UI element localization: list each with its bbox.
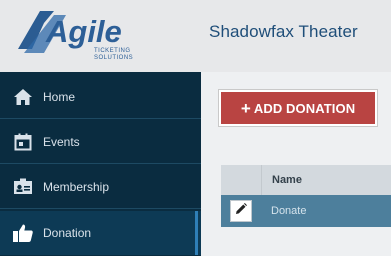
logo-tagline-ticketing: TICKETING [94, 48, 131, 54]
row-actions-cell [221, 195, 261, 227]
sidebar-item-membership[interactable]: Membership [0, 165, 201, 209]
agile-logo-graphic: Agile TICKETING SOLUTIONS [18, 11, 133, 61]
top-header: Agile TICKETING SOLUTIONS Shadowfax Thea… [0, 0, 391, 72]
sidebar-item-label: Membership [43, 179, 110, 194]
sidebar-item-home[interactable]: Home [0, 75, 201, 119]
sidebar-item-label: Home [43, 89, 76, 104]
sidebar-item-donation[interactable]: Donation [0, 211, 201, 255]
membership-card-icon [12, 176, 34, 198]
actions-column-header [221, 165, 262, 195]
sidebar-item-events[interactable]: Events [0, 120, 201, 164]
calendar-icon [12, 131, 34, 153]
home-icon [12, 86, 34, 108]
sidebar-item-label: Events [43, 134, 80, 149]
table-header: Name [221, 165, 391, 195]
pencil-icon [235, 202, 247, 220]
plus-icon: + [240, 98, 251, 118]
sidebar-item-label: Donation [43, 226, 92, 240]
table-row[interactable]: Donate [221, 195, 391, 227]
add-donation-label: ADD DONATION [253, 100, 356, 116]
name-column-header[interactable]: Name [262, 165, 302, 195]
thumbs-up-icon [12, 222, 34, 244]
logo-tagline-solutions: SOLUTIONS [94, 55, 133, 61]
add-donation-button[interactable]: + ADD DONATION [219, 90, 377, 126]
donations-table: Name Donate [221, 165, 391, 227]
sidebar-nav: Home Events Membership Donation [0, 72, 201, 256]
theater-name: Shadowfax Theater [209, 22, 358, 41]
agile-logo[interactable]: Agile TICKETING SOLUTIONS [14, 9, 164, 63]
logo-wordmark: Agile [45, 14, 122, 49]
row-name-cell: Donate [271, 205, 307, 217]
edit-button[interactable] [230, 200, 252, 222]
